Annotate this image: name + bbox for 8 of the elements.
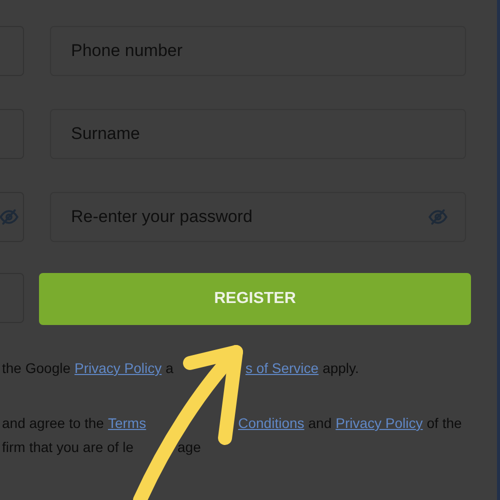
policy-link[interactable]: Terms — [108, 411, 146, 435]
policy-link[interactable]: Privacy Policy — [74, 356, 162, 380]
policy-link[interactable]: Conditions — [238, 411, 304, 435]
policy-link[interactable]: Privacy Policy — [336, 411, 423, 435]
policy-link[interactable]: s of Service — [245, 356, 319, 380]
register-button[interactable]: REGISTER — [39, 273, 471, 325]
hidden-eye-icon[interactable] — [428, 207, 448, 227]
hidden-eye-icon[interactable] — [0, 207, 19, 227]
